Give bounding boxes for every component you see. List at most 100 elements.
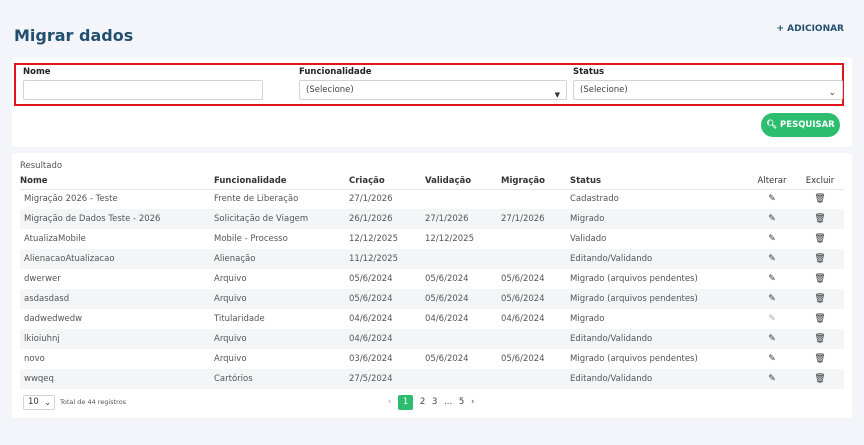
cell-validacao: 27/1/2026 [425, 209, 501, 229]
nome-field: Nome [23, 67, 263, 100]
cell-validacao [425, 369, 501, 389]
col-funcionalidade: Funcionalidade [214, 173, 349, 190]
cell-nome: AtualizaMobile [24, 234, 86, 244]
cell-status: Migrado (arquivos pendentes) [570, 274, 698, 284]
prev-page-icon[interactable]: ‹ [388, 397, 391, 407]
cell-status: Migrado (arquivos pendentes) [570, 354, 698, 364]
delete-cell: 🗑︎ [796, 189, 844, 209]
edit-icon[interactable]: ✎ [768, 374, 776, 384]
page-2[interactable]: 2 [420, 397, 425, 407]
result-card: Resultado Nome Funcionalidade Criação Va… [12, 153, 852, 418]
cell-funcionalidade: Arquivo [214, 289, 349, 309]
cell-migracao [501, 369, 570, 389]
cell-validacao: 05/6/2024 [425, 354, 469, 364]
edit-icon[interactable]: ✎ [768, 214, 776, 224]
edit-cell: ✎ [748, 229, 796, 249]
page-ellipsis: ... [444, 397, 453, 407]
cell-status: Validado [570, 234, 607, 244]
cell-funcionalidade: Mobile - Processo [214, 234, 288, 244]
edit-icon[interactable]: ✎ [768, 334, 776, 344]
table-row: novo Arquivo 03/6/2024 05/6/2024 05/6/2024 Mi… [20, 349, 844, 369]
table-row: asdasdasd Arquivo 05/6/2024 05/6/2024 05/6/2… [20, 289, 844, 309]
trash-icon[interactable]: 🗑︎ [814, 334, 825, 344]
table-row: dadwedwedw Titularidade 04/6/2024 04/6/2024… [20, 309, 844, 329]
funcionalidade-field: Funcionalidade (Selecione) ▼ [299, 67, 567, 100]
cell-status: Editando/Validando [570, 249, 748, 269]
edit-cell: ✎ [748, 289, 796, 309]
trash-icon[interactable]: 🗑︎ [814, 194, 825, 204]
search-button[interactable]: 🔍︎ PESQUISAR [761, 113, 840, 137]
delete-cell: 🗑︎ [796, 249, 844, 269]
cell-validacao: 05/6/2024 [425, 274, 469, 284]
edit-cell: ✎ [748, 309, 796, 329]
cell-criacao: 26/1/2026 [349, 209, 425, 229]
edit-cell: ✎ [748, 209, 796, 229]
delete-cell: 🗑︎ [796, 309, 844, 329]
status-value: (Selecione) [580, 85, 628, 95]
cell-migracao [501, 329, 570, 349]
col-excluir: Excluir [796, 173, 844, 190]
col-migracao: Migração [501, 173, 570, 190]
table-row: lkioiuhnj Arquivo 04/6/2024 Editando/Valida… [20, 329, 844, 349]
page-title: Migrar dados [14, 26, 134, 45]
edit-cell: ✎ [748, 269, 796, 289]
cell-status: Migrado (arquivos pendentes) [570, 289, 748, 309]
table-row: wwqeq Cartórios 27/5/2024 Editando/Validand… [20, 369, 844, 389]
trash-icon[interactable]: 🗑︎ [814, 294, 825, 304]
next-page-icon[interactable]: › [471, 397, 474, 407]
cell-migracao [501, 189, 570, 209]
trash-icon[interactable]: 🗑︎ [814, 254, 825, 264]
status-select[interactable]: (Selecione) ⌄ [573, 80, 843, 100]
status-field: Status (Selecione) ⌄ [573, 67, 843, 100]
funcionalidade-select[interactable]: (Selecione) ▼ [299, 80, 567, 100]
trash-icon[interactable]: 🗑︎ [814, 314, 825, 324]
result-label: Resultado [20, 161, 63, 171]
cell-criacao: 05/6/2024 [349, 274, 393, 284]
cell-funcionalidade: Arquivo [214, 274, 247, 284]
cell-criacao: 04/6/2024 [349, 314, 393, 324]
edit-cell: ✎ [748, 249, 796, 269]
nome-input[interactable] [23, 80, 263, 100]
edit-icon[interactable]: ✎ [768, 234, 776, 244]
table-row: Migração 2026 - Teste Frente de Liberação… [20, 189, 844, 209]
cell-migracao: 05/6/2024 [501, 354, 545, 364]
trash-icon[interactable]: 🗑︎ [814, 374, 825, 384]
chevron-down-icon: ⌄ [828, 88, 836, 98]
cell-funcionalidade: Titularidade [214, 314, 265, 324]
cell-funcionalidade: Cartórios [214, 369, 349, 389]
edit-icon[interactable]: ✎ [768, 194, 776, 204]
cell-funcionalidade: Alienação [214, 249, 349, 269]
results-table: Nome Funcionalidade Criação Validação Mi… [20, 173, 844, 389]
cell-validacao: 04/6/2024 [425, 314, 469, 324]
edit-icon[interactable]: ✎ [768, 354, 776, 364]
trash-icon[interactable]: 🗑︎ [814, 354, 825, 364]
page-size-select[interactable]: 10 ⌄ [23, 395, 55, 410]
cell-nome: AlienacaoAtualizacao [20, 249, 214, 269]
page-1[interactable]: 1 [398, 395, 414, 410]
cell-funcionalidade: Solicitação de Viagem [214, 209, 349, 229]
cell-nome: Migração 2026 - Teste [24, 194, 118, 205]
funcionalidade-label: Funcionalidade [299, 67, 372, 77]
delete-cell: 🗑︎ [796, 289, 844, 309]
cell-validacao [425, 249, 501, 269]
edit-icon[interactable]: ✎ [768, 294, 776, 304]
edit-icon[interactable]: ✎ [768, 274, 776, 284]
cell-status: Cadastrado [570, 194, 619, 205]
edit-icon[interactable]: ✎ [768, 314, 776, 324]
trash-icon[interactable]: 🗑︎ [814, 214, 825, 224]
table-row: Migração de Dados Teste - 2026 Solicitaçã… [20, 209, 844, 229]
trash-icon[interactable]: 🗑︎ [814, 274, 825, 284]
cell-validacao: 05/6/2024 [425, 289, 501, 309]
cell-criacao: 05/6/2024 [349, 289, 425, 309]
cell-status: Editando/Validando [570, 369, 748, 389]
page-5[interactable]: 5 [459, 397, 464, 407]
nome-label: Nome [23, 67, 51, 77]
cell-criacao: 27/5/2024 [349, 369, 425, 389]
edit-icon[interactable]: ✎ [768, 254, 776, 264]
col-criacao: Criação [349, 173, 425, 190]
add-button[interactable]: + ADICIONAR [777, 24, 845, 34]
page-3[interactable]: 3 [432, 397, 437, 407]
col-validacao: Validação [425, 173, 501, 190]
trash-icon[interactable]: 🗑︎ [814, 234, 825, 244]
chevron-down-icon: ⌄ [44, 398, 51, 407]
